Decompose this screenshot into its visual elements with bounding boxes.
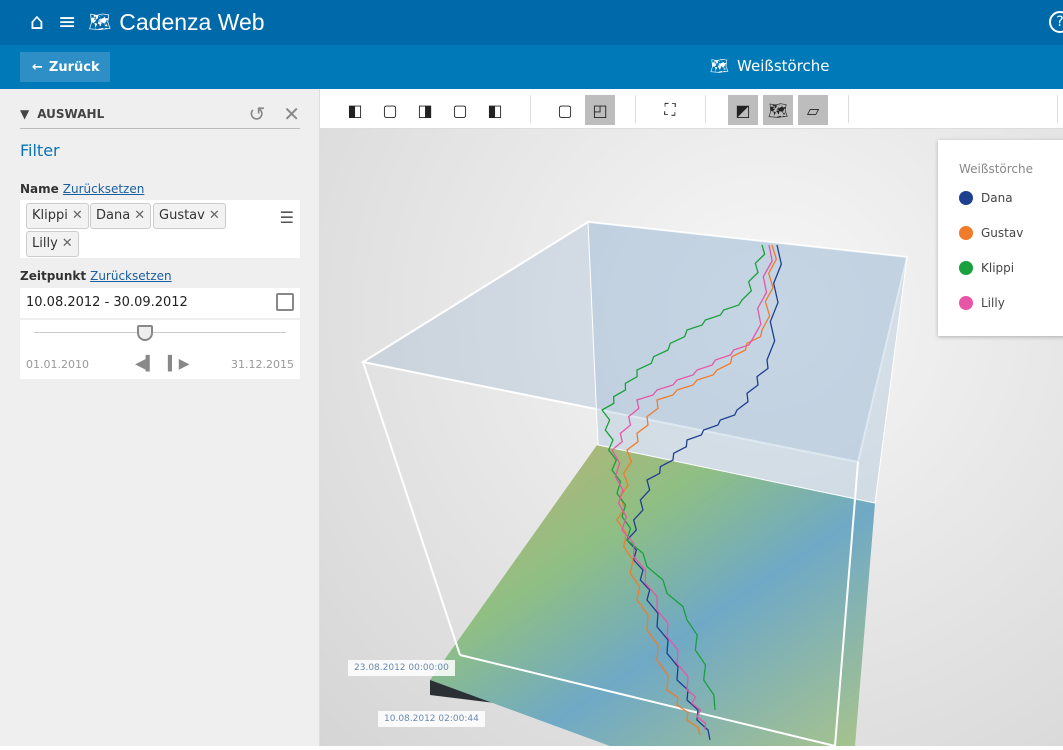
view-toolbar: ◧ ▢ ◨ ▢ ◧ ▢ ◰ ⛶ ◩ 🗺 ▱ [320,89,1063,129]
app-title: Cadenza Web [119,9,265,35]
box-visibility-icon[interactable]: ◩ [728,95,758,125]
remove-tag-icon[interactable]: ✕ [134,208,145,224]
layer-icon[interactable]: ▱ [798,95,828,125]
cube-right-icon[interactable]: ◨ [410,95,440,125]
tag-dana: Dana ✕ [90,203,152,229]
panel-title: AUSWAHL [37,106,105,121]
divider [1057,95,1058,123]
fullscreen-icon[interactable]: ⛶ [655,95,685,125]
slider-max-label: 31.12.2015 [231,358,294,371]
view-title-label: Weißstörche [737,57,830,75]
remove-tag-icon[interactable]: ✕ [72,208,83,224]
time-label-bottom: 10.08.2012 02:00:44 [378,711,485,727]
divider [635,95,636,123]
legend-item-klippi[interactable]: Klippi [959,261,1014,275]
sub-header: ← Zurück 🗺 Weißstörche [0,45,1063,89]
divider [530,95,531,123]
back-label: Zurück [48,59,100,75]
legend-label: Dana [981,191,1013,205]
remove-tag-icon[interactable]: ✕ [209,208,220,224]
name-label: Name [20,182,59,196]
app-header: ⌂ ≡ 🗺 Cadenza Web ? [0,0,1063,45]
cube-left-icon[interactable]: ▢ [445,95,475,125]
map-icon: 🗺 [710,57,730,75]
divider [848,95,849,123]
orthographic-icon[interactable]: ◰ [585,95,615,125]
tag-lilly: Lilly ✕ [26,231,79,257]
legend-item-lilly[interactable]: Lilly [959,296,1005,310]
view-title: 🗺 Weißstörche [710,57,830,75]
map-visibility-icon[interactable]: 🗺 [763,95,793,125]
legend-label: Gustav [981,226,1024,240]
cube-front-icon[interactable]: ◧ [340,95,370,125]
name-tag-input[interactable]: Klippi ✕ Dana ✕ Gustav ✕ Lilly ✕ ☰ [20,200,300,258]
slider-min-label: 01.01.2010 [26,358,89,371]
selection-panel: ▼ AUSWAHL ↺ ✕ Filter Name Zurücksetzen Klip… [0,89,320,746]
back-button[interactable]: ← Zurück [20,52,110,82]
slider-track[interactable] [34,332,286,333]
arrow-left-icon: ← [32,59,43,75]
tag-label: Gustav [159,208,205,223]
legend-title: Weißstörche [959,162,1033,176]
slider-thumb[interactable] [137,325,153,341]
time-label: Zeitpunkt [20,269,87,283]
step-forward-icon[interactable]: ▍▶ [168,356,190,372]
time-slider[interactable]: 01.01.2010 ◀▍ ▍▶ 31.12.2015 [20,320,300,379]
map-icon: 🗺 [88,12,112,33]
time-reset-link[interactable]: Zurücksetzen [90,269,172,283]
tag-label: Lilly [32,236,58,251]
filter-icon: ▼ [20,106,30,121]
tag-label: Dana [96,208,131,223]
name-reset-link[interactable]: Zurücksetzen [63,182,145,196]
legend-label: Klippi [981,261,1015,275]
legend-item-gustav[interactable]: Gustav [959,226,1023,240]
menu-icon[interactable]: ≡ [58,10,76,35]
date-range-value: 10.08.2012 - 30.09.2012 [26,295,188,310]
cube-top-icon[interactable]: ▢ [375,95,405,125]
perspective-icon[interactable]: ▢ [550,95,580,125]
date-range-input[interactable]: 10.08.2012 - 30.09.2012 [20,288,300,318]
remove-tag-icon[interactable]: ✕ [62,236,73,252]
cube-edge [362,361,461,656]
legend: Weißstörche Dana Gustav Klippi Lilly [938,140,1063,336]
legend-item-dana[interactable]: Dana [959,191,1013,205]
tag-klippi: Klippi ✕ [26,203,89,229]
list-icon[interactable]: ☰ [280,208,294,227]
calendar-icon[interactable] [276,293,294,311]
home-icon[interactable]: ⌂ [30,10,44,35]
color-dot [959,261,973,275]
reset-icon[interactable]: ↺ [248,102,265,126]
help-icon[interactable]: ? [1049,11,1063,33]
time-label-top: 23.08.2012 00:00:00 [348,660,455,676]
divider [705,95,706,123]
close-icon[interactable]: ✕ [283,102,300,126]
cube-back-icon[interactable]: ◧ [480,95,510,125]
color-dot [959,191,973,205]
color-dot [959,296,973,310]
tag-label: Klippi [32,208,68,223]
filter-heading: Filter [20,141,60,160]
step-back-icon[interactable]: ◀▍ [135,356,157,372]
legend-label: Lilly [981,296,1005,310]
tag-gustav: Gustav ✕ [153,203,226,229]
color-dot [959,226,973,240]
